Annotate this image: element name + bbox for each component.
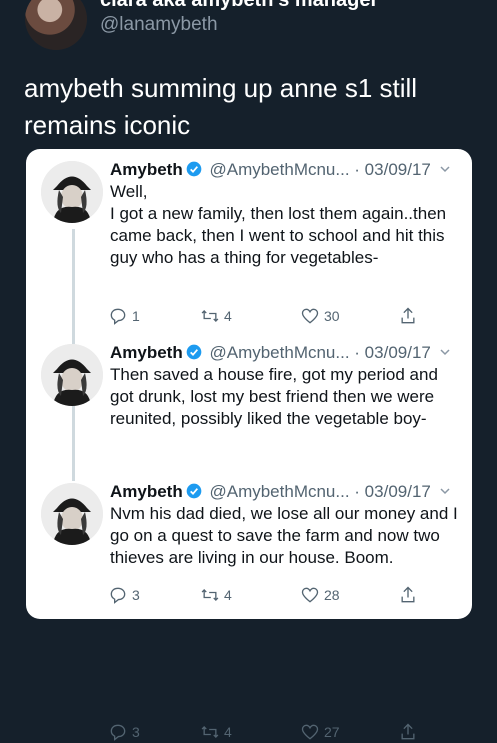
retweet-button[interactable]: 4 xyxy=(200,584,232,606)
heart-icon xyxy=(301,308,319,324)
tweet-actions: 3 4 27 xyxy=(108,721,448,743)
embedded-name[interactable]: Amybeth xyxy=(110,482,183,501)
share-button[interactable] xyxy=(398,305,422,327)
like-button[interactable]: 30 xyxy=(300,305,340,327)
thread-connector xyxy=(72,229,75,345)
embedded-text: Then saved a house fire, got my period a… xyxy=(110,365,438,428)
embedded-avatar[interactable] xyxy=(41,483,103,545)
retweeter-header: clara aka amybeth's manager @lanamybeth xyxy=(0,0,497,60)
reply-icon xyxy=(110,308,126,325)
share-icon xyxy=(401,586,415,603)
embedded-date[interactable]: · 03/09/17 xyxy=(354,343,431,362)
retweet-icon xyxy=(201,726,219,738)
reply-button[interactable]: 3 xyxy=(108,584,140,606)
share-button[interactable] xyxy=(398,721,422,743)
embedded-date[interactable]: · 03/09/17 xyxy=(354,482,431,501)
chevron-down-icon[interactable] xyxy=(439,346,451,358)
reply-icon xyxy=(110,724,126,741)
embedded-handle[interactable]: @AmybethMcnu... xyxy=(209,160,349,179)
like-count: 30 xyxy=(324,308,340,324)
embedded-avatar[interactable] xyxy=(41,344,103,406)
embedded-header: Amybeth @AmybethMcnu... · 03/09/17 xyxy=(110,342,451,364)
reply-count: 3 xyxy=(132,587,140,603)
retweet-count: 4 xyxy=(224,308,232,324)
embedded-name[interactable]: Amybeth xyxy=(110,343,183,362)
embedded-date[interactable]: · 03/09/17 xyxy=(354,160,431,179)
embedded-header: Amybeth @AmybethMcnu... · 03/09/17 xyxy=(110,159,451,181)
embedded-text: Well, I got a new family, then lost them… xyxy=(110,181,460,269)
avatar-photo xyxy=(41,483,103,545)
tweet-actions: 1 4 30 xyxy=(108,305,448,327)
like-button[interactable]: 28 xyxy=(300,584,340,606)
verified-badge-icon xyxy=(186,483,202,499)
share-icon xyxy=(401,723,415,740)
avatar-photo xyxy=(41,344,103,406)
retweet-icon xyxy=(201,589,219,601)
retweet-icon xyxy=(201,310,219,322)
embedded-text-line: Well, xyxy=(110,182,148,201)
like-count: 27 xyxy=(324,724,340,740)
like-button[interactable]: 27 xyxy=(300,721,340,743)
embedded-handle[interactable]: @AmybethMcnu... xyxy=(209,343,349,362)
verified-badge-icon xyxy=(186,344,202,360)
heart-icon xyxy=(301,587,319,603)
embedded-name[interactable]: Amybeth xyxy=(110,160,183,179)
share-icon xyxy=(401,307,415,324)
embedded-text: Nvm his dad died, we lose all our money … xyxy=(110,504,458,567)
embedded-handle[interactable]: @AmybethMcnu... xyxy=(209,482,349,501)
embedded-text-line: I got a new family, then lost them again… xyxy=(110,204,447,267)
reply-button[interactable]: 3 xyxy=(108,721,140,743)
like-count: 28 xyxy=(324,587,340,603)
retweet-count: 4 xyxy=(224,724,232,740)
reply-count: 3 xyxy=(132,724,140,740)
retweeter-display-name[interactable]: clara aka amybeth's manager xyxy=(100,0,378,12)
share-button[interactable] xyxy=(398,584,422,606)
verified-badge-icon xyxy=(186,161,202,177)
tweet-text: amybeth summing up anne s1 still remains… xyxy=(24,73,418,140)
tweet-actions: 3 4 28 xyxy=(108,584,448,606)
retweet-button[interactable]: 4 xyxy=(200,721,232,743)
chevron-down-icon[interactable] xyxy=(439,485,451,497)
chevron-down-icon[interactable] xyxy=(439,163,451,175)
embedded-thread-card[interactable]: Amybeth @AmybethMcnu... · 03/09/17 Well,… xyxy=(26,149,472,741)
heart-icon xyxy=(301,724,319,740)
retweet-button[interactable]: 4 xyxy=(200,305,232,327)
retweet-count: 4 xyxy=(224,587,232,603)
retweeter-handle[interactable]: @lanamybeth xyxy=(100,14,218,36)
reply-count: 1 xyxy=(132,308,140,324)
retweeter-avatar[interactable] xyxy=(25,0,87,50)
reply-icon xyxy=(110,587,126,604)
embedded-header: Amybeth @AmybethMcnu... · 03/09/17 xyxy=(110,481,451,503)
avatar-photo xyxy=(41,161,103,223)
embedded-avatar[interactable] xyxy=(41,161,103,223)
thread-connector xyxy=(72,405,75,481)
reply-button[interactable]: 1 xyxy=(108,305,140,327)
